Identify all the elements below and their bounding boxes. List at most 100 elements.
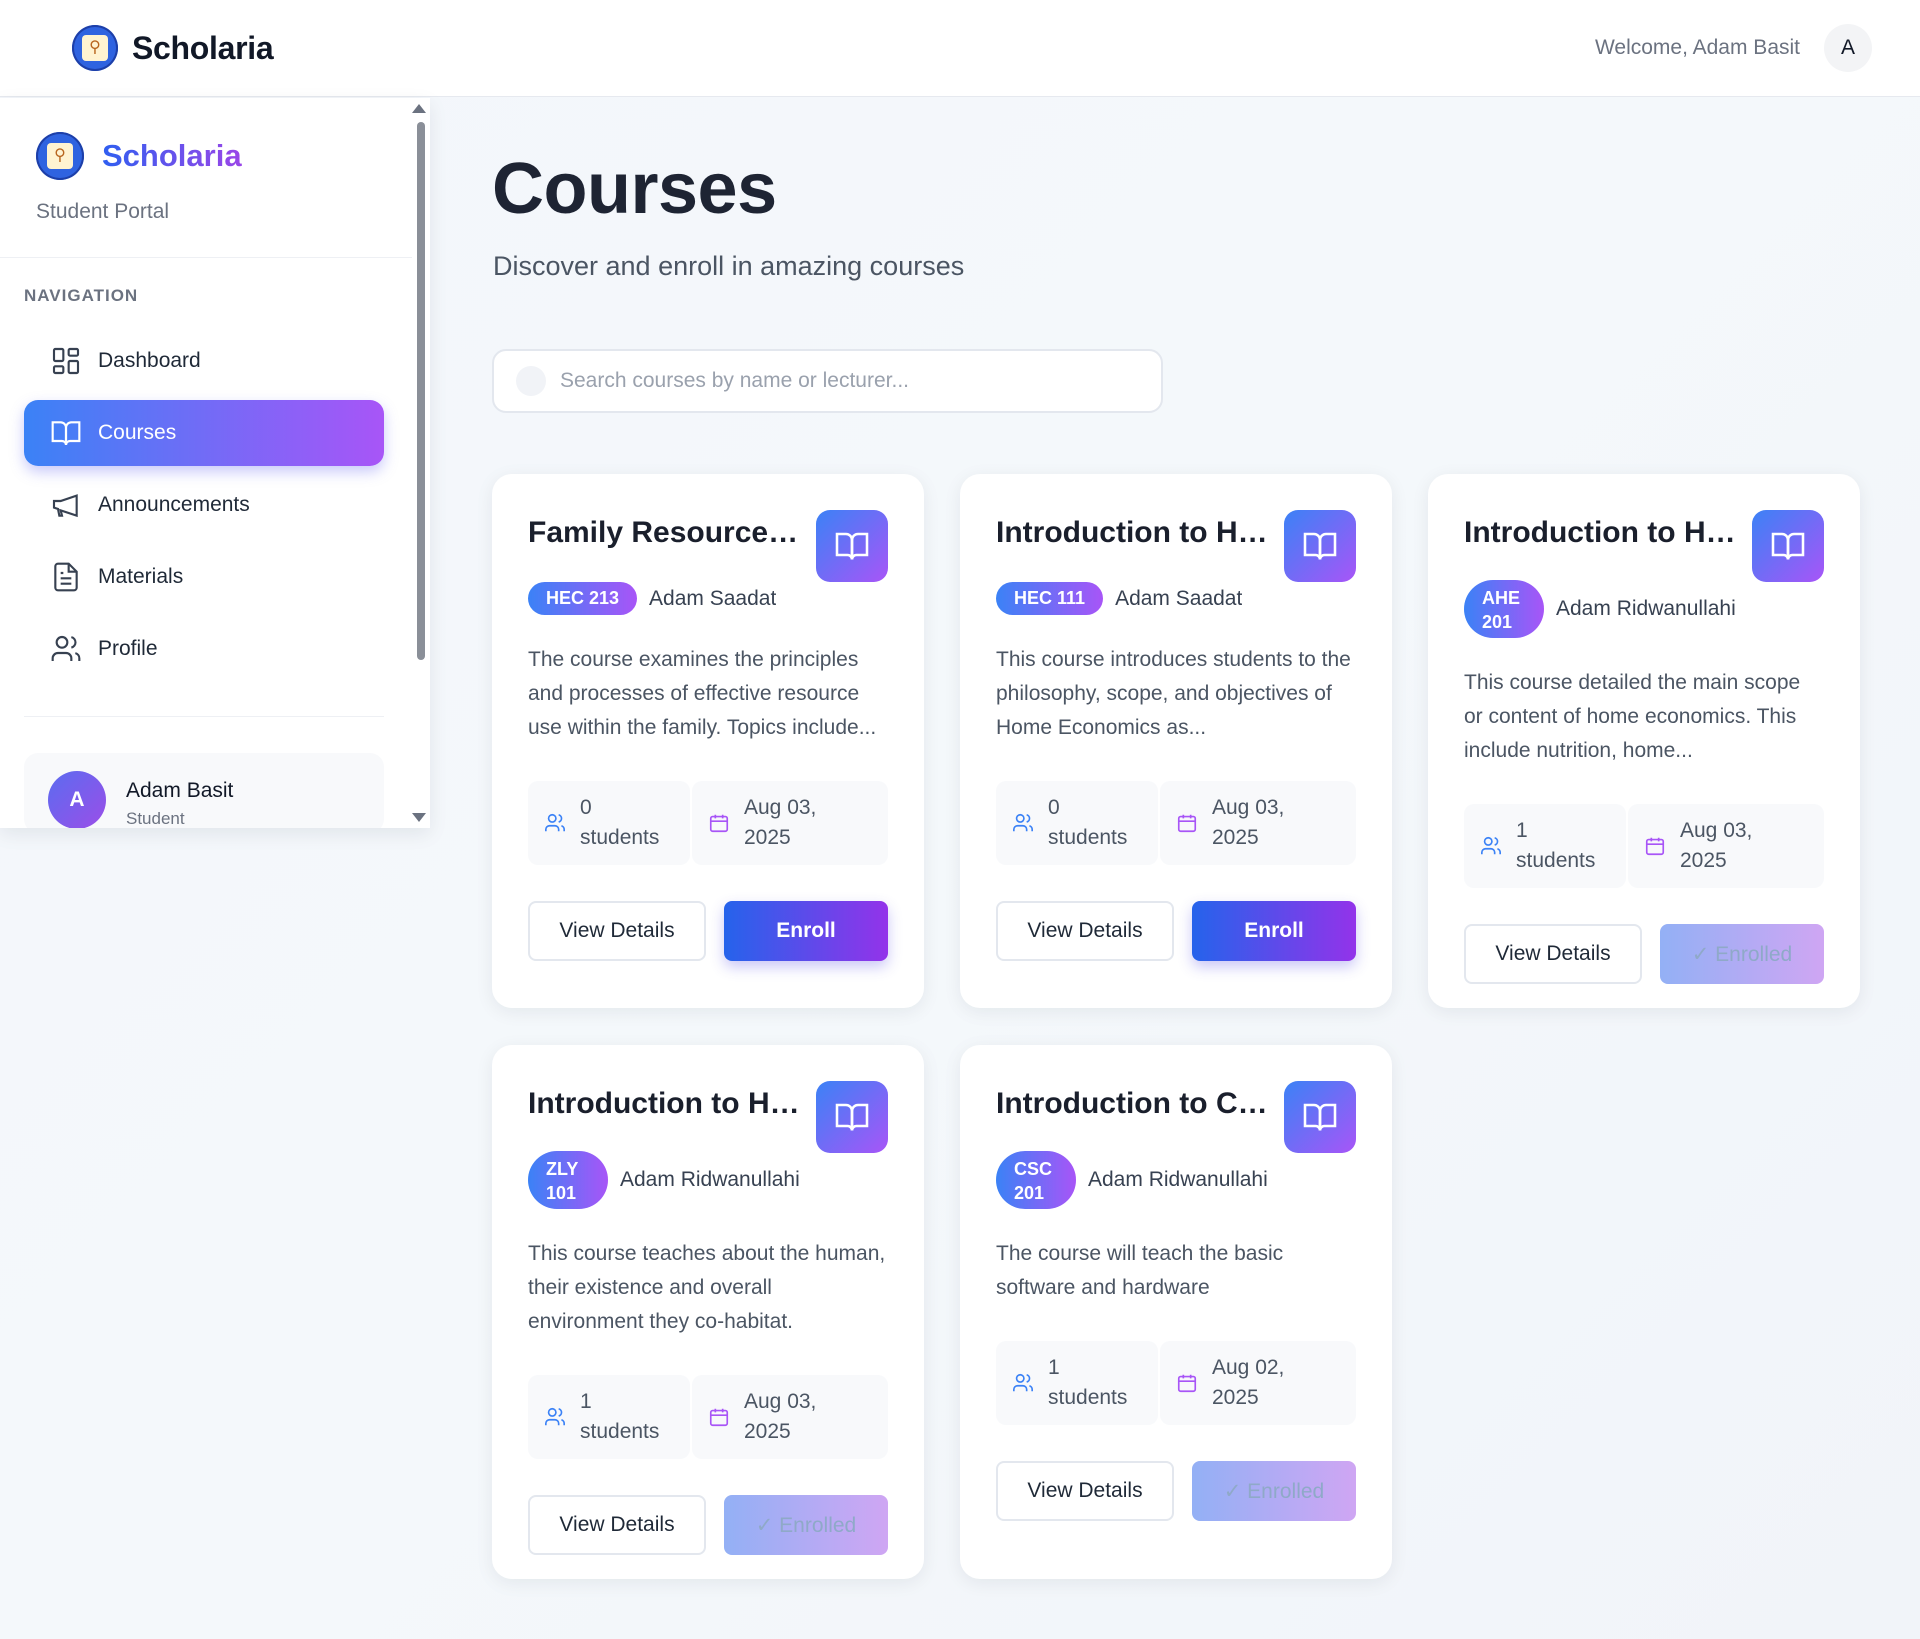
course-title: Introduction to Home Economics xyxy=(1464,516,1742,549)
date-line-2: 2025 xyxy=(744,1420,791,1443)
view-details-button[interactable]: View Details xyxy=(996,901,1174,961)
date-line-1: Aug 02, xyxy=(1212,1356,1285,1379)
top-header: ⚲ Scholaria Welcome, Adam Basit A xyxy=(0,0,1920,97)
scroll-up-icon[interactable] xyxy=(412,104,426,113)
students-count: 1 xyxy=(1048,1356,1060,1379)
calendar-icon xyxy=(1177,1374,1197,1393)
date-line-2: 2025 xyxy=(1680,849,1727,872)
users-icon xyxy=(1013,813,1033,832)
book-open-icon xyxy=(835,1103,869,1131)
course-students-stat: 0 students xyxy=(528,781,690,865)
course-lecturer: Adam Ridwanullahi xyxy=(620,1168,800,1191)
book-open-icon xyxy=(835,532,869,560)
enrolled-button[interactable]: ✓ Enrolled xyxy=(1192,1461,1356,1521)
students-count: 0 xyxy=(1048,796,1060,819)
course-date-stat: Aug 03, 2025 xyxy=(692,1375,888,1459)
users-icon xyxy=(1481,836,1501,855)
enrolled-button[interactable]: ✓ Enrolled xyxy=(724,1495,888,1555)
course-description: The course will teach the basic software… xyxy=(996,1242,1284,1299)
document-icon xyxy=(54,562,78,592)
brand-name: Scholaria xyxy=(132,29,274,66)
course-description: This course introduces students to the p… xyxy=(996,648,1351,739)
course-card: Family Resource Management HEC 213 Adam Sa… xyxy=(492,474,924,1008)
course-lecturer: Adam Saadat xyxy=(1115,586,1243,610)
sidebar-item-materials[interactable]: Materials xyxy=(24,544,384,610)
users-icon xyxy=(545,813,565,832)
view-details-button[interactable]: View Details xyxy=(528,1495,706,1555)
calendar-icon xyxy=(1645,837,1665,856)
sidebar-user-role: Student xyxy=(126,809,185,828)
users-icon xyxy=(1013,1373,1033,1392)
sidebar-brand-name: Scholaria xyxy=(102,138,242,173)
students-label: students xyxy=(580,1420,660,1443)
enroll-button[interactable]: Enroll xyxy=(724,901,888,961)
scholaria-logo-icon: ⚲ xyxy=(36,132,84,180)
user-avatar[interactable]: A xyxy=(1824,24,1872,72)
students-label: students xyxy=(580,826,660,849)
course-students-stat: 1 students xyxy=(996,1341,1158,1425)
sidebar-subtitle: Student Portal xyxy=(36,200,170,223)
sidebar-user-name: Adam Basit xyxy=(126,779,234,802)
course-date-stat: Aug 02, 2025 xyxy=(1160,1341,1356,1425)
students-count: 0 xyxy=(580,796,592,819)
view-details-button[interactable]: View Details xyxy=(1464,924,1642,984)
course-icon xyxy=(1752,510,1824,582)
sidebar-item-dashboard[interactable]: Dashboard xyxy=(24,328,384,394)
scholaria-logo-icon: ⚲ xyxy=(72,25,118,71)
course-code-badge: ZLY 101 xyxy=(528,1151,608,1209)
search-input[interactable] xyxy=(560,369,1120,393)
sidebar: ⚲ Scholaria Student Portal NAVIGATION Da… xyxy=(0,98,430,828)
date-line-2: 2025 xyxy=(1212,1386,1259,1409)
students-label: students xyxy=(1048,1386,1128,1409)
enroll-button[interactable]: Enroll xyxy=(1192,901,1356,961)
course-card: Introduction to Computer Science CSC 201 A… xyxy=(960,1045,1392,1579)
course-code-badge: HEC 111 xyxy=(996,582,1104,615)
search-icon xyxy=(516,366,546,396)
sidebar-divider xyxy=(24,716,384,717)
course-description: This course teaches about the human, the… xyxy=(528,1242,886,1333)
search-bar[interactable] xyxy=(492,349,1163,413)
course-students-stat: 1 students xyxy=(528,1375,690,1459)
course-description: This course detailed the main scope or c… xyxy=(1464,671,1801,762)
sidebar-user-card[interactable]: A Adam Basit Student xyxy=(24,753,384,828)
sidebar-item-profile[interactable]: Profile xyxy=(24,616,384,682)
brand[interactable]: ⚲ Scholaria xyxy=(72,25,274,71)
course-description: The course examines the principles and p… xyxy=(528,648,877,739)
course-title: Introduction to Computer Science xyxy=(996,1087,1274,1120)
calendar-icon xyxy=(709,1408,729,1427)
date-line-2: 2025 xyxy=(1212,826,1259,849)
date-line-1: Aug 03, xyxy=(744,1390,817,1413)
course-code-badge: AHE 201 xyxy=(1464,580,1544,638)
course-card: Introduction to Home Economics AHE 201 Ada… xyxy=(1428,474,1860,1008)
users-icon xyxy=(51,635,81,661)
dashboard-grid-icon xyxy=(52,347,80,375)
enrolled-button[interactable]: ✓ Enrolled xyxy=(1660,924,1824,984)
scroll-down-icon[interactable] xyxy=(412,813,426,822)
course-icon xyxy=(1284,1081,1356,1153)
nav-heading: NAVIGATION xyxy=(24,286,139,305)
course-icon xyxy=(1284,510,1356,582)
students-label: students xyxy=(1516,849,1596,872)
date-line-1: Aug 03, xyxy=(1680,819,1753,842)
view-details-button[interactable]: View Details xyxy=(528,901,706,961)
scroll-thumb[interactable] xyxy=(417,122,425,660)
sidebar-item-label: Announcements xyxy=(98,493,250,516)
students-count: 1 xyxy=(1516,819,1528,842)
sidebar-item-announcements[interactable]: Announcements xyxy=(24,472,384,538)
course-card: Introduction to Home Economics HEC 111 Ada… xyxy=(960,474,1392,1008)
course-lecturer: Adam Ridwanullahi xyxy=(1088,1168,1268,1191)
page-subtitle: Discover and enroll in amazing courses xyxy=(493,251,965,281)
calendar-icon xyxy=(709,814,729,833)
course-code-badge: HEC 213 xyxy=(528,582,638,615)
course-date-stat: Aug 03, 2025 xyxy=(692,781,888,865)
sidebar-scrollbar[interactable] xyxy=(412,98,430,828)
course-lecturer: Adam Ridwanullahi xyxy=(1556,597,1736,620)
welcome-text: Welcome, Adam Basit xyxy=(1594,36,1800,59)
avatar: A xyxy=(48,771,106,828)
view-details-button[interactable]: View Details xyxy=(996,1461,1174,1521)
date-line-1: Aug 03, xyxy=(1212,796,1285,819)
course-students-stat: 1 students xyxy=(1464,804,1626,888)
sidebar-item-label: Materials xyxy=(98,565,184,588)
megaphone-icon xyxy=(52,494,78,518)
sidebar-item-courses[interactable]: Courses xyxy=(24,400,384,466)
